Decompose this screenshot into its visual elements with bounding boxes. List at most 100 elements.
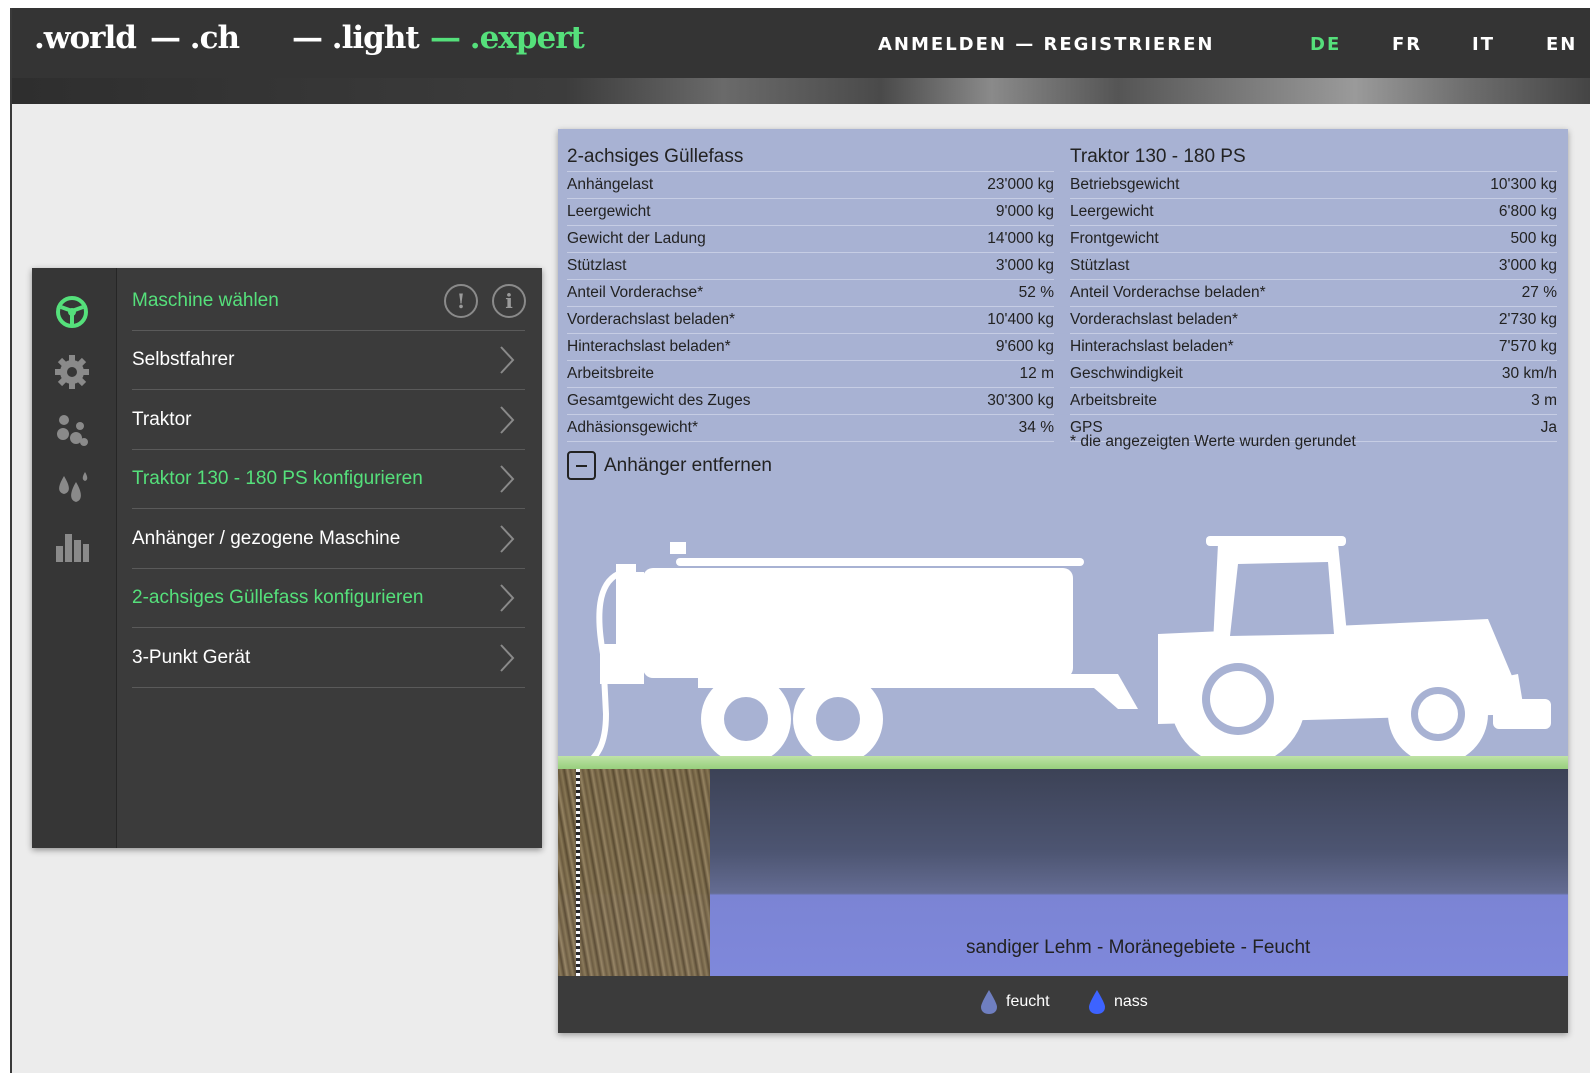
- spec-row: Vorderachslast beladen* 10'400 kg: [567, 307, 1054, 334]
- menu-tractor[interactable]: Traktor: [132, 391, 525, 450]
- spec-row: Geschwindigkeit 30 km/h: [1070, 361, 1557, 388]
- spec-row: Adhäsionsgewicht* 34 %: [567, 415, 1054, 442]
- chevron-right-icon: [500, 644, 515, 672]
- spec-label: Leergewicht: [567, 203, 651, 220]
- logo-light[interactable]: — .light: [292, 20, 420, 56]
- info-icon[interactable]: i: [492, 284, 526, 318]
- banner-strip: [12, 78, 1590, 104]
- spec-row: Vorderachslast beladen* 2'730 kg: [1070, 307, 1557, 334]
- spec-label: Anteil Vorderachse beladen*: [1070, 284, 1266, 301]
- spec-value: 2'730 kg: [1498, 311, 1557, 328]
- configuration-panel: 2-achsiges Güllefass Anhängelast 23'000 k…: [558, 129, 1568, 1033]
- spec-label: Hinterachslast beladen*: [567, 338, 731, 355]
- lang-en[interactable]: EN: [1546, 34, 1577, 55]
- spec-label: Vorderachslast beladen*: [1070, 311, 1239, 328]
- spec-row: Gewicht der Ladung 14'000 kg: [567, 226, 1054, 253]
- spec-label: Stützlast: [1070, 257, 1130, 274]
- chevron-right-icon: [500, 406, 515, 434]
- logo-ch[interactable]: — .ch: [150, 20, 240, 56]
- menu-label: Maschine wählen: [132, 290, 279, 311]
- spec-label: Arbeitsbreite: [1070, 392, 1158, 409]
- lang-de[interactable]: DE: [1310, 34, 1341, 55]
- spec-label: Adhäsionsgewicht*: [567, 419, 698, 436]
- spec-row: Arbeitsbreite 3 m: [1070, 388, 1557, 415]
- steering-wheel-icon[interactable]: [54, 294, 90, 330]
- trailer-title: 2-achsiges Güllefass: [567, 143, 1054, 172]
- spec-label: Hinterachslast beladen*: [1070, 338, 1234, 355]
- spec-row: Gesamtgewicht des Zuges 30'300 kg: [567, 388, 1054, 415]
- spec-label: Stützlast: [567, 257, 627, 274]
- drop-icon: [981, 990, 997, 1014]
- spec-value: Ja: [1540, 419, 1557, 436]
- menu-choose-machine[interactable]: Maschine wählen ! i: [132, 272, 526, 331]
- gear-icon[interactable]: [54, 354, 90, 390]
- spec-row: Betriebsgewicht 10'300 kg: [1070, 172, 1557, 199]
- moisture-legend: feucht nass: [558, 976, 1568, 1033]
- trailer-spec-table: 2-achsiges Güllefass Anhängelast 23'000 k…: [567, 143, 1054, 442]
- chevron-right-icon: [500, 346, 515, 374]
- spec-value: 23'000 kg: [987, 176, 1054, 193]
- spec-row: Hinterachslast beladen* 7'570 kg: [1070, 334, 1557, 361]
- menu-label: 3-Punkt Gerät: [132, 647, 251, 668]
- spec-value: 10'400 kg: [987, 311, 1054, 328]
- spec-label: Anteil Vorderachse*: [567, 284, 704, 301]
- legend-label: feucht: [1006, 993, 1050, 1010]
- spec-label: Leergewicht: [1070, 203, 1154, 220]
- chevron-right-icon: [500, 584, 515, 612]
- spec-value: 500 kg: [1510, 230, 1557, 247]
- spec-label: Anhängelast: [567, 176, 654, 193]
- seeds-icon[interactable]: [54, 412, 90, 448]
- spec-label: Geschwindigkeit: [1070, 365, 1183, 382]
- menu-configure-tractor[interactable]: Traktor 130 - 180 PS konfigurieren: [132, 450, 525, 509]
- chevron-right-icon: [500, 465, 515, 493]
- spec-value: 12 m: [1019, 365, 1054, 382]
- spec-label: Betriebsgewicht: [1070, 176, 1180, 193]
- remove-trailer-label: Anhänger entfernen: [604, 455, 772, 476]
- minus-icon: [567, 451, 596, 480]
- login-register-link[interactable]: ANMELDEN — REGISTRIEREN: [878, 34, 1214, 55]
- top-bar: .world — .ch — .light — .expert ANMELDEN…: [12, 8, 1590, 78]
- spec-row: Frontgewicht 500 kg: [1070, 226, 1557, 253]
- menu-label: Anhänger / gezogene Maschine: [132, 528, 401, 549]
- logo-world[interactable]: .world: [34, 20, 137, 56]
- spec-row: Arbeitsbreite 12 m: [567, 361, 1054, 388]
- spec-value: 30'300 kg: [987, 392, 1054, 409]
- bar-chart-icon[interactable]: [54, 528, 90, 564]
- spec-row: Anhängelast 23'000 kg: [567, 172, 1054, 199]
- spec-label: Gesamtgewicht des Zuges: [567, 392, 751, 409]
- menu-label: Traktor 130 - 180 PS konfigurieren: [132, 468, 423, 489]
- lang-it[interactable]: IT: [1472, 34, 1495, 55]
- spec-value: 3'000 kg: [995, 257, 1054, 274]
- menu-trailer[interactable]: Anhänger / gezogene Maschine: [132, 510, 525, 569]
- spec-row: Stützlast 3'000 kg: [1070, 253, 1557, 280]
- menu-self-propelled[interactable]: Selbstfahrer: [132, 331, 525, 390]
- menu-three-point[interactable]: 3-Punkt Gerät: [132, 629, 525, 688]
- drops-icon[interactable]: [54, 470, 90, 506]
- legend-label: nass: [1114, 993, 1148, 1010]
- spec-row: Leergewicht 6'800 kg: [1070, 199, 1557, 226]
- spec-value: 10'300 kg: [1490, 176, 1557, 193]
- lang-fr[interactable]: FR: [1392, 34, 1422, 55]
- spec-value: 52 %: [1018, 284, 1054, 301]
- tractor-title: Traktor 130 - 180 PS: [1070, 143, 1557, 172]
- tractor-spec-table: Traktor 130 - 180 PS Betriebsgewicht 10'3…: [1070, 143, 1557, 442]
- spec-value: 34 %: [1018, 419, 1054, 436]
- chevron-right-icon: [500, 525, 515, 553]
- logo-expert[interactable]: — .expert: [430, 20, 585, 56]
- app-frame: .world — .ch — .light — .expert ANMELDEN…: [10, 8, 1590, 1073]
- menu-label: Traktor: [132, 409, 192, 430]
- spec-row: Leergewicht 9'000 kg: [567, 199, 1054, 226]
- soil-type-label: sandiger Lehm - Moränegebiete - Feucht: [966, 937, 1311, 958]
- spec-value: 3'000 kg: [1498, 257, 1557, 274]
- spec-value: 9'000 kg: [995, 203, 1054, 220]
- menu-configure-tank[interactable]: 2-achsiges Güllefass konfigurieren: [132, 569, 525, 628]
- spec-label: Frontgewicht: [1070, 230, 1159, 247]
- spec-value: 27 %: [1521, 284, 1557, 301]
- lightbulb-icon[interactable]: !: [444, 284, 478, 318]
- tractor-trailer-illustration: [576, 536, 1551, 772]
- spec-label: Vorderachslast beladen*: [567, 311, 736, 328]
- spec-value: 6'800 kg: [1498, 203, 1557, 220]
- soil-sample-photo: [558, 769, 710, 976]
- spec-value: 7'570 kg: [1498, 338, 1557, 355]
- spec-row: Anteil Vorderachse* 52 %: [567, 280, 1054, 307]
